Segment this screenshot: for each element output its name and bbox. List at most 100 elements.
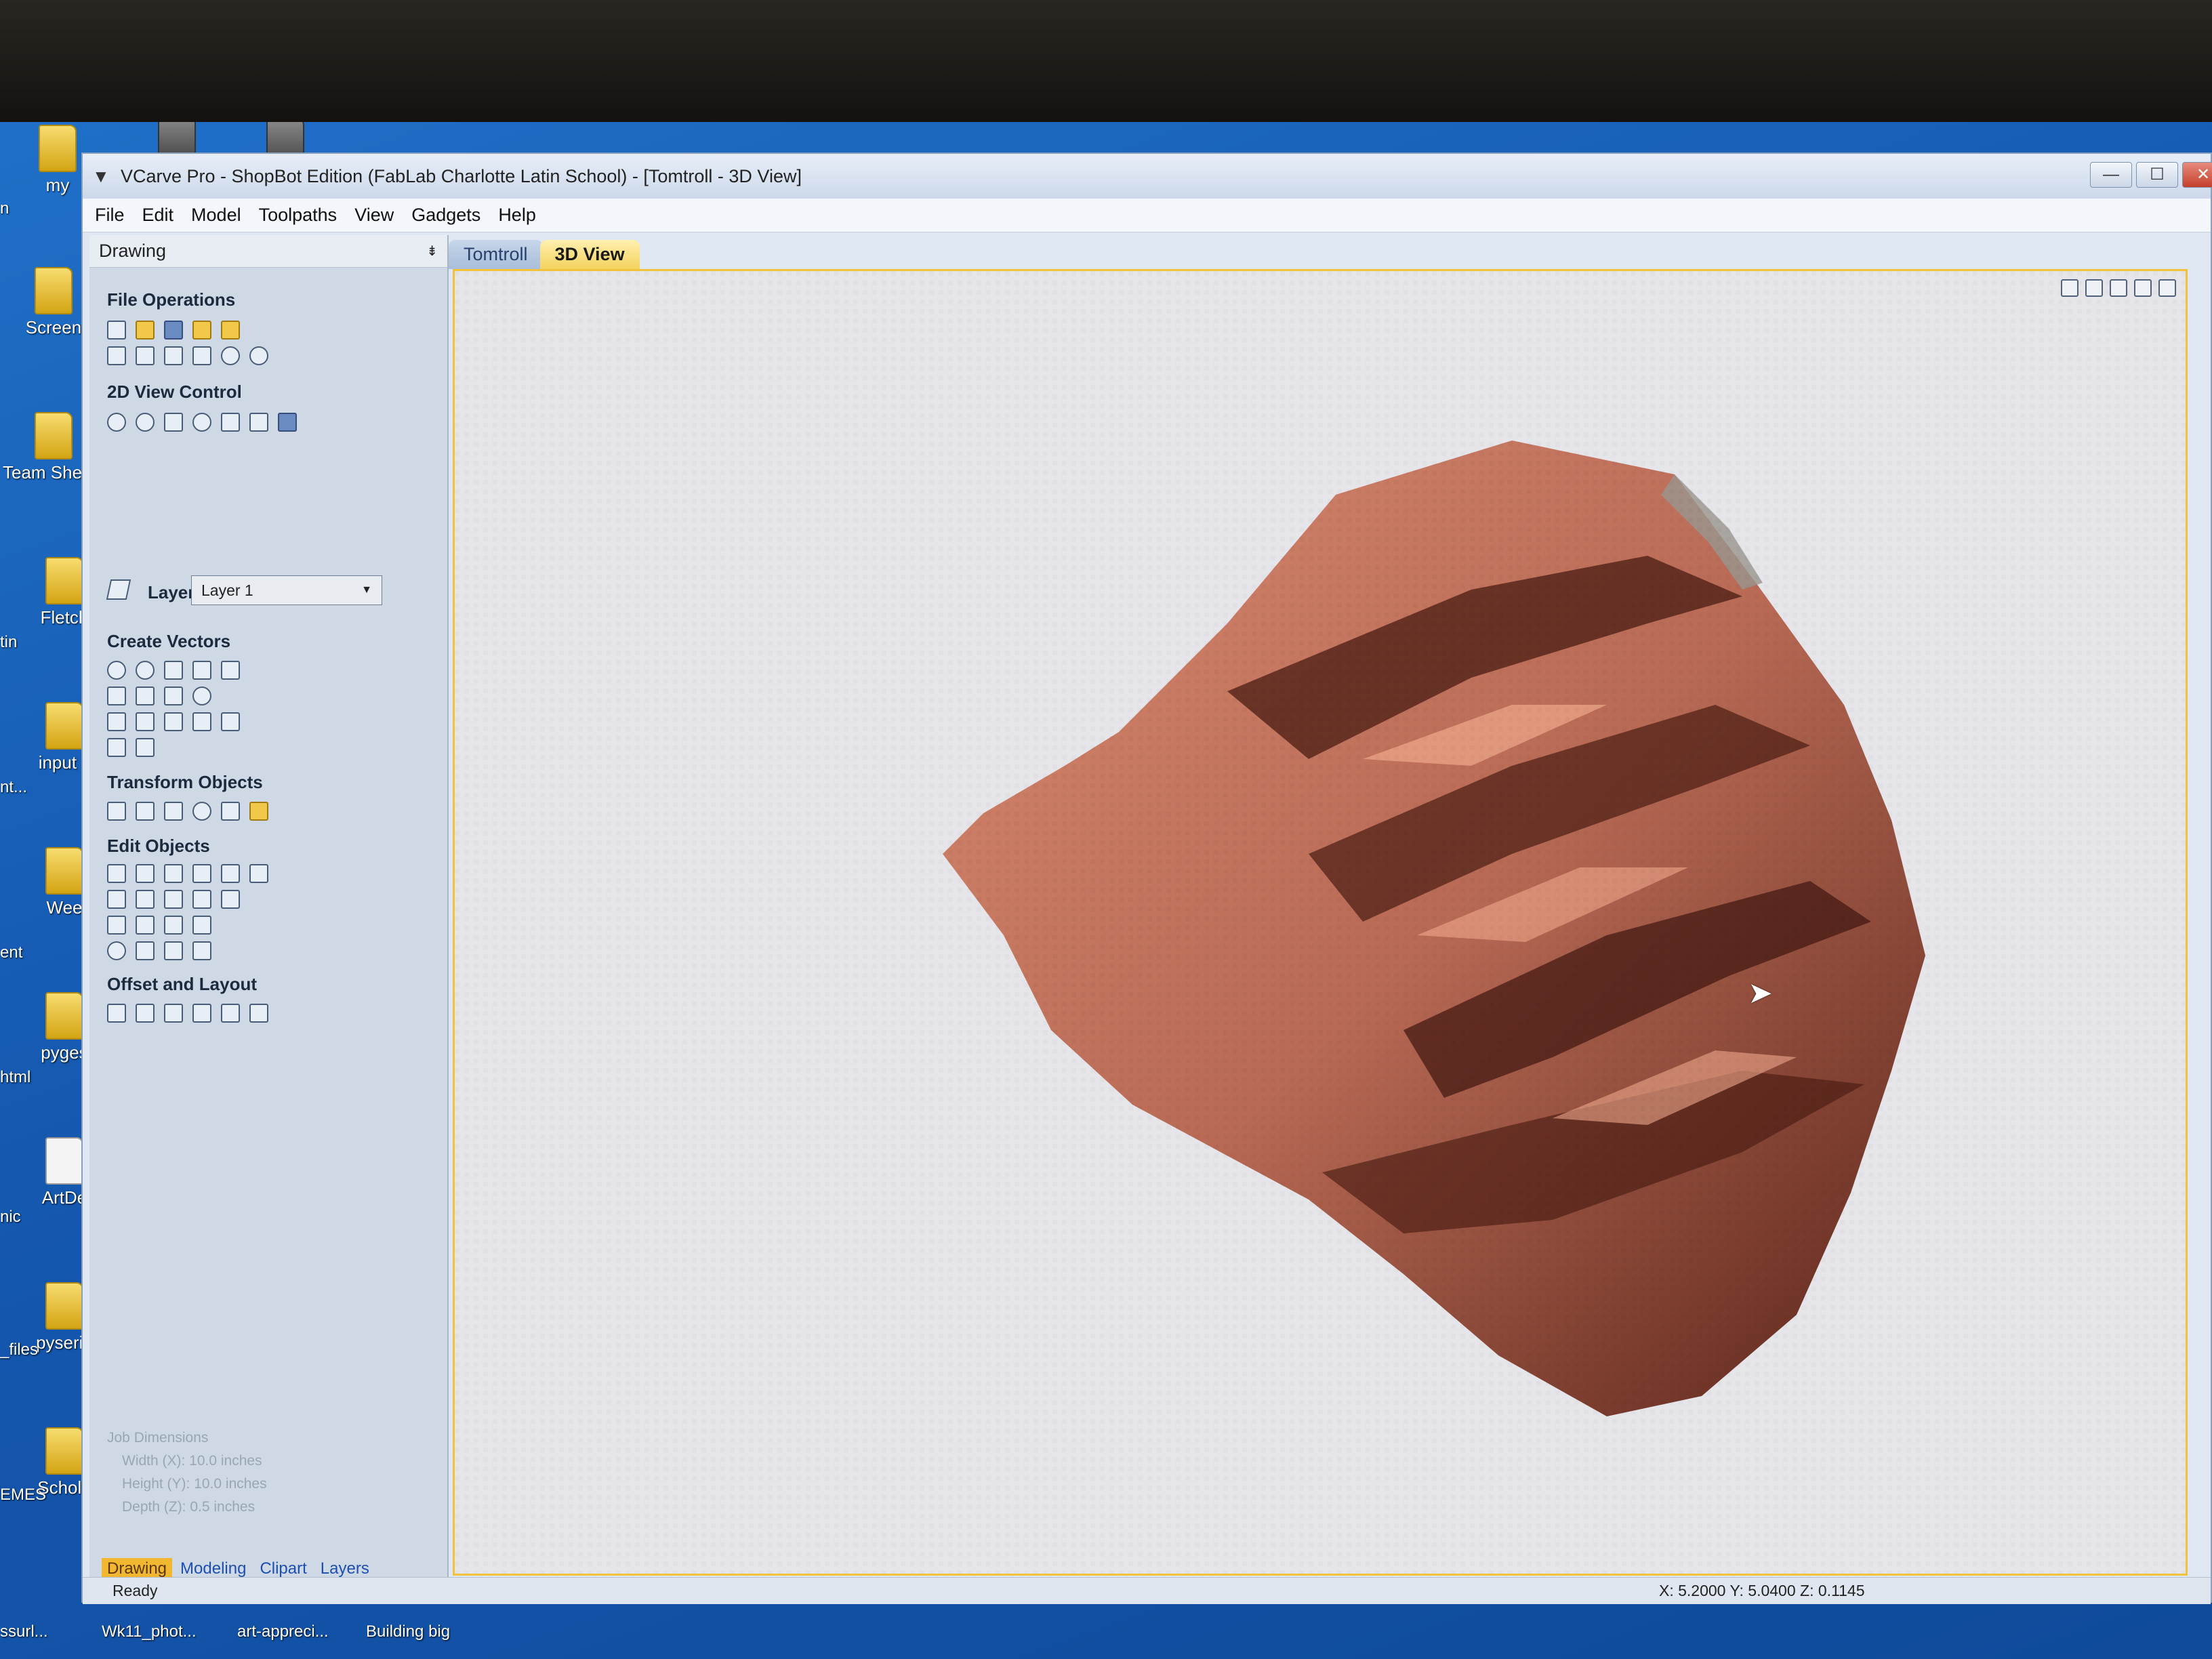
distort-icon[interactable] [221,802,240,821]
smooth-icon[interactable] [164,916,183,935]
mouse-cursor-icon: ➤ [1748,977,1773,1010]
bracket-icon[interactable] [192,941,211,960]
tab-icon[interactable] [164,941,183,960]
tab-tomtroll[interactable]: Tomtroll [449,240,543,269]
desktop-label[interactable]: Building big [366,1622,450,1641]
scale-icon[interactable] [136,802,155,821]
trim-icon[interactable] [192,890,211,909]
copy-along-vector-icon[interactable] [192,1004,211,1023]
maximize-button[interactable]: ☐ [2136,162,2178,188]
menu-view[interactable]: View [354,205,394,226]
star-icon[interactable] [221,661,240,680]
ungroup-icon[interactable] [221,864,240,883]
offset-icon[interactable] [107,1004,126,1023]
open-file-icon[interactable] [136,321,155,340]
pan-icon[interactable] [107,413,126,432]
desktop-label[interactable]: ssurl... [0,1622,48,1641]
polyline-icon[interactable] [107,687,126,705]
text-arc-icon[interactable] [192,712,211,731]
subtract-icon[interactable] [136,890,155,909]
view-grid-icon[interactable] [249,413,268,432]
pin-icon[interactable]: ⇟ [426,243,438,260]
transform-objects-row [107,802,268,821]
paste-icon[interactable] [192,346,211,365]
view-x-icon[interactable] [2134,279,2152,297]
menu-edit[interactable]: Edit [142,205,174,226]
menu-model[interactable]: Model [191,205,241,226]
curve-icon[interactable] [164,687,183,705]
close-vector-icon[interactable] [192,916,211,935]
measure-icon[interactable] [136,738,155,757]
job-setup-icon[interactable] [107,346,126,365]
text-auto-layout-icon[interactable] [164,712,183,731]
polygon-icon[interactable] [192,661,211,680]
text-on-curve-icon[interactable] [136,712,155,731]
undo-icon[interactable] [221,346,240,365]
folder-icon [39,125,77,172]
dimension-icon[interactable] [221,712,240,731]
view-y-icon[interactable] [2158,279,2176,297]
cut-icon[interactable] [136,346,155,365]
layer-dropdown[interactable]: Layer 1 ▼ [191,575,382,605]
zoom-extents-icon[interactable] [164,413,183,432]
ellipse-icon[interactable] [136,661,155,680]
view-iso-icon[interactable] [2085,279,2103,297]
desktop-label[interactable]: art-appreci... [237,1622,329,1641]
array-copy-icon[interactable] [136,1004,155,1023]
chevron-down-icon: ▼ [361,584,372,596]
new-file-icon[interactable] [107,321,126,340]
minimize-button[interactable]: — [2090,162,2132,188]
import-bitmap-icon[interactable] [221,321,240,340]
move-icon[interactable] [107,802,126,821]
cursor-coordinates: X: 5.2000 Y: 5.0400 Z: 0.1145 [1659,1582,1865,1599]
zoom-in-icon[interactable] [136,413,155,432]
rectangle-icon[interactable] [164,661,183,680]
layout-icon[interactable] [249,1004,268,1023]
zoom-extents-icon[interactable] [2061,279,2078,297]
mirror-icon[interactable] [192,802,211,821]
3d-view-canvas[interactable]: ➤ [453,269,2188,1576]
menu-toolpaths[interactable]: Toolpaths [259,205,337,226]
join-icon[interactable] [249,864,268,883]
menu-gadgets[interactable]: Gadgets [411,205,480,226]
arc-icon[interactable] [136,687,155,705]
view-toolbar [2061,279,2176,297]
intersect-icon[interactable] [164,890,183,909]
select-similar-icon[interactable] [164,864,183,883]
fit-curves-icon[interactable] [107,941,126,960]
view-split-icon[interactable] [221,413,240,432]
menu-file[interactable]: File [95,205,125,226]
set-origin-icon[interactable] [249,802,268,821]
text-icon[interactable] [107,712,126,731]
scissors-icon[interactable] [221,890,240,909]
file-operations-row-1 [107,321,240,340]
select-icon[interactable] [107,864,126,883]
desktop-label[interactable]: Wk11_phot... [102,1622,197,1641]
menu-help[interactable]: Help [498,205,536,226]
folder-icon [45,992,83,1040]
align-icon[interactable] [164,802,183,821]
nesting-icon[interactable] [221,1004,240,1023]
weld-icon[interactable] [107,890,126,909]
node-edit-icon[interactable] [107,738,126,757]
spiral-icon[interactable] [192,687,211,705]
view-z-icon[interactable] [2110,279,2127,297]
title-bar[interactable]: ▼ VCarve Pro - ShopBot Edition (FabLab C… [83,154,2212,199]
tab-3d-view[interactable]: 3D View [539,240,640,269]
copy-icon[interactable] [164,346,183,365]
redo-icon[interactable] [249,346,268,365]
circular-array-icon[interactable] [164,1004,183,1023]
view-mode-icon[interactable] [278,413,297,432]
fillet-icon[interactable] [107,916,126,935]
zoom-icon[interactable] [192,413,211,432]
close-button[interactable]: ✕ [2182,162,2212,188]
extend-icon[interactable] [136,916,155,935]
circle-icon[interactable] [107,661,126,680]
save-icon[interactable] [164,321,183,340]
import-vectors-icon[interactable] [192,321,211,340]
window-controls: — ☐ ✕ [2090,162,2212,188]
node-select-icon[interactable] [136,864,155,883]
group-icon[interactable] [192,864,211,883]
status-text: Ready [112,1582,158,1599]
dogbone-icon[interactable] [136,941,155,960]
